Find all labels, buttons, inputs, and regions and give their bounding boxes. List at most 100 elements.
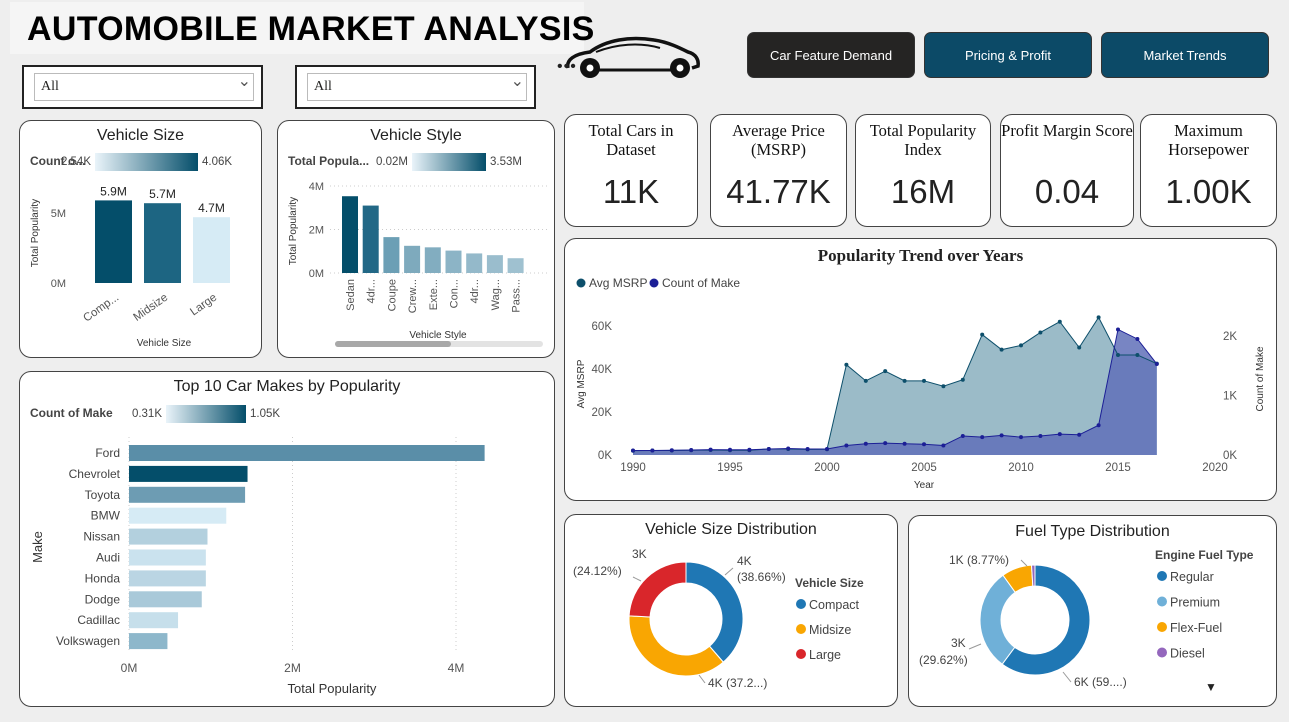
caret-down-icon[interactable]: ▼ <box>1205 680 1217 694</box>
x-tick-label: Wag... <box>490 279 502 310</box>
kpi-profit-margin: Profit Margin Score 0.04 <box>1000 114 1134 227</box>
slice-label: 3K <box>632 547 647 561</box>
y-tick-label: Toyota <box>85 488 121 502</box>
point-avg-msrp <box>1019 343 1023 348</box>
bar <box>129 633 168 650</box>
point-avg-msrp <box>941 384 946 389</box>
x-tick-label: Coupe <box>386 279 398 311</box>
y-axis-label: Make <box>30 531 45 563</box>
x-axis-label: Total Popularity <box>288 681 377 696</box>
kpi-value: 0.04 <box>1034 173 1100 210</box>
top-makes-bar-chart[interactable]: Count of Make 0.31K 1.05K 0M 2M 4M Ford Chevrol… <box>20 372 556 708</box>
car-feature-demand-button[interactable]: Car Feature Demand <box>747 32 915 78</box>
bar <box>129 445 485 461</box>
legend-max-label: 3.53M <box>490 156 522 168</box>
legend-label: Midsize <box>809 623 851 637</box>
x-tick-label: 4M <box>448 661 465 675</box>
y-tick-label: 20K <box>592 407 613 419</box>
vehicle-style-slicer[interactable]: All ⌄ <box>295 65 536 109</box>
y-axis-label: Total Popularity <box>288 197 299 265</box>
x-tick-label: Pass... <box>511 279 523 313</box>
x-tick-label: 4dr... <box>366 279 378 303</box>
bar <box>445 250 462 273</box>
chevron-down-icon[interactable]: ⌄ <box>238 71 251 91</box>
bar <box>129 507 227 524</box>
market-trends-button[interactable]: Market Trends <box>1101 32 1269 78</box>
bar <box>466 253 483 273</box>
fuel-type-distribution-card: Fuel Type Distribution 1K (8.77%) 3K (29.6… <box>908 515 1277 707</box>
y-tick-label: Chevrolet <box>69 467 121 481</box>
donut-slice <box>628 615 724 677</box>
legend-title: Count of Make <box>30 406 113 420</box>
scrollbar-thumb[interactable] <box>335 341 451 347</box>
bar <box>129 549 206 566</box>
legend-max-label: 1.05K <box>250 408 280 420</box>
x-axis-label: Vehicle Style <box>409 330 467 341</box>
point-count-of-make <box>766 447 771 452</box>
x-axis-label: Vehicle Size <box>137 338 192 349</box>
legend-marker <box>576 278 586 288</box>
x-tick-label: 2005 <box>911 462 937 474</box>
legend-marker <box>796 599 806 609</box>
y-tick-label: 40K <box>592 364 613 376</box>
more-options-icon[interactable]: ••• <box>557 58 577 76</box>
slice-label: 3K <box>951 636 966 650</box>
leader-line <box>632 576 642 582</box>
y-tick-label: 60K <box>592 321 613 333</box>
y2-tick-label: 0K <box>1223 450 1237 462</box>
legend-marker <box>1157 622 1167 632</box>
y-tick-label: 4M <box>309 181 324 193</box>
popularity-trend-area-chart[interactable]: Avg MSRP Count of Make 0K 20K 40K 60K 0K 1K 2K 19… <box>565 239 1278 502</box>
kpi-label: Total Cars in Dataset <box>588 121 674 159</box>
point-count-of-make <box>960 433 965 438</box>
bar <box>362 205 379 273</box>
pricing-profit-button[interactable]: Pricing & Profit <box>924 32 1092 78</box>
point-count-of-make <box>941 443 946 448</box>
point-avg-msrp <box>980 332 985 337</box>
kpi-value: 41.77K <box>726 173 831 210</box>
slice-label: 4K (37.2...) <box>708 676 767 690</box>
legend-marker <box>649 278 659 288</box>
title-bar: AUTOMOBILE MARKET ANALYSIS <box>10 2 594 54</box>
y2-axis-label: Count of Make <box>1255 346 1266 411</box>
slicer-value[interactable]: All <box>34 73 254 101</box>
x-tick-label: Sedan <box>345 279 357 311</box>
y2-tick-label: 1K <box>1223 391 1237 403</box>
point-count-of-make <box>747 447 752 452</box>
gradient-legend-bar <box>166 405 246 423</box>
y-tick-label: 0M <box>51 278 66 290</box>
point-avg-msrp <box>1057 319 1062 324</box>
point-avg-msrp <box>902 378 907 383</box>
point-avg-msrp <box>883 369 888 374</box>
point-count-of-make <box>1057 432 1062 437</box>
fuel-type-donut-chart[interactable]: 1K (8.77%) 3K (29.62%) 6K (59....) Engine Fu… <box>909 516 1278 708</box>
point-avg-msrp <box>863 378 868 383</box>
legend-label: Large <box>809 648 841 662</box>
y-tick-label: 2M <box>309 225 324 237</box>
chevron-down-icon[interactable]: ⌄ <box>511 71 524 91</box>
vehicle-size-donut-chart[interactable]: 4K (38.66%) 3K (24.12%) 4K (37.2...) Vehicle … <box>565 515 899 708</box>
legend-marker <box>1157 647 1167 658</box>
leader-line <box>1062 671 1072 683</box>
point-count-of-make <box>786 446 791 451</box>
vehicle-size-slicer[interactable]: All ⌄ <box>22 65 263 109</box>
point-count-of-make <box>728 447 732 452</box>
y-axis-label: Total Popularity <box>30 199 41 267</box>
point-count-of-make <box>650 448 655 453</box>
legend-label: Compact <box>809 598 860 612</box>
point-avg-msrp <box>1135 353 1140 358</box>
data-label: 5.7M <box>149 187 176 201</box>
top-makes-chart-card: Top 10 Car Makes by Popularity Count of … <box>19 371 555 707</box>
vehicle-size-distribution-card: Vehicle Size Distribution 4K (38.66%) 3K (2… <box>564 514 898 707</box>
slicer-value[interactable]: All <box>307 73 527 101</box>
point-count-of-make <box>883 441 888 446</box>
vehicle-style-bar-chart[interactable]: Total Popula... 0.02M 3.53M 4M 2M 0M Total Pop… <box>278 121 556 359</box>
point-avg-msrp <box>1116 353 1120 358</box>
y2-tick-label: 2K <box>1223 331 1237 343</box>
bar <box>424 247 441 273</box>
bar <box>129 612 179 629</box>
kpi-value: 1.00K <box>1165 173 1252 210</box>
kpi-total-cars: Total Cars in Dataset 11K <box>564 114 698 227</box>
vehicle-size-bar-chart[interactable]: Count o...2.54K 4.06K0M5MTotal Popularity… <box>20 121 263 359</box>
point-avg-msrp <box>960 377 965 382</box>
